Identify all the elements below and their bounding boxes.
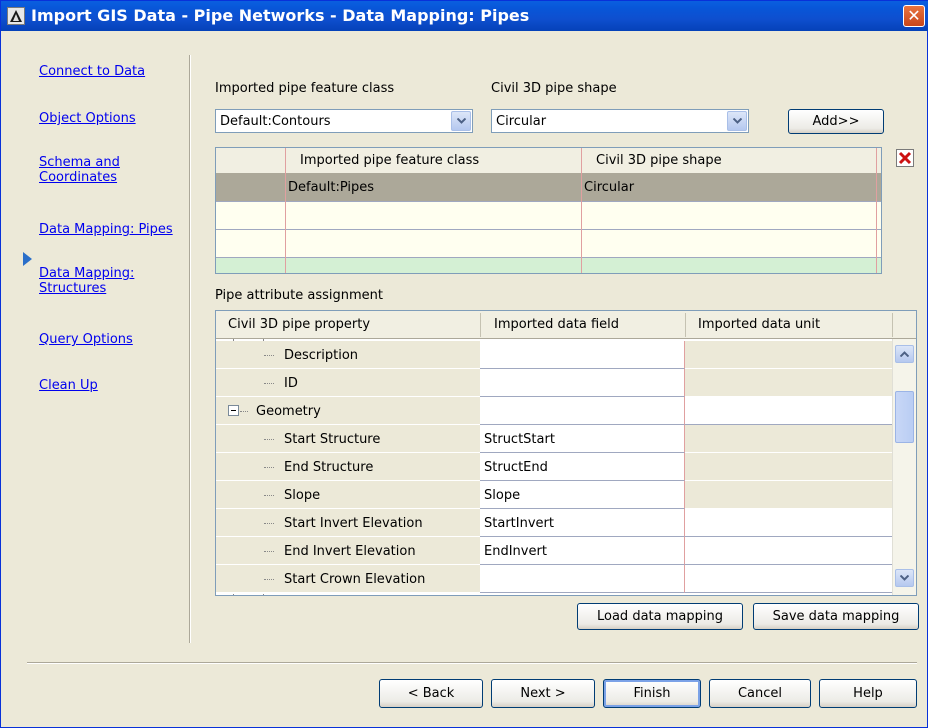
grid-column-divider [581, 148, 582, 273]
table-row[interactable]: Default:Pipes Circular [216, 174, 881, 202]
field-cell[interactable] [480, 565, 685, 593]
attribute-grid-header: Civil 3D pipe property Imported data fie… [216, 311, 916, 339]
table-row[interactable]: Start Invert Elevation StartInvert [216, 509, 892, 537]
app-icon [7, 7, 25, 25]
table-row[interactable] [216, 230, 881, 258]
mapping-grid-header: Imported pipe feature class Civil 3D pip… [216, 148, 881, 174]
header-imported-field: Imported data field [494, 317, 619, 332]
scroll-thumb[interactable] [895, 391, 914, 443]
nav-clean-up[interactable]: Clean Up [39, 378, 184, 393]
scroll-down-icon[interactable] [895, 569, 914, 587]
scroll-up-icon[interactable] [895, 345, 914, 363]
table-row[interactable]: Geometry [216, 397, 892, 425]
collapse-icon[interactable] [228, 405, 239, 416]
property-cell: Start Structure [284, 432, 381, 447]
grid-column-divider [285, 148, 286, 273]
import-gis-dialog: Import GIS Data - Pipe Networks - Data M… [0, 0, 928, 728]
field-cell[interactable]: StructStart [480, 425, 685, 453]
grid-column-divider [876, 148, 877, 273]
current-step-arrow-icon [23, 252, 32, 266]
table-row-new[interactable] [216, 258, 881, 273]
feature-class-value: Default:Contours [220, 114, 331, 129]
load-data-mapping-button[interactable]: Load data mapping [577, 603, 743, 630]
property-cell: Slope [284, 488, 321, 503]
field-cell[interactable] [480, 397, 685, 425]
nav-query-options[interactable]: Query Options [39, 332, 184, 347]
header-divider [892, 313, 893, 337]
field-cell[interactable] [480, 341, 685, 369]
grid-cell-feature-class: Default:Pipes [288, 180, 375, 195]
feature-class-label: Imported pipe feature class [215, 81, 395, 96]
header-divider [685, 313, 686, 337]
finish-button[interactable]: Finish [603, 679, 701, 708]
field-cell[interactable]: StructEnd [480, 453, 685, 481]
feature-class-combo[interactable]: Default:Contours [215, 109, 473, 133]
grid-header-feature-class: Imported pipe feature class [300, 153, 480, 168]
window-title: Import GIS Data - Pipe Networks - Data M… [31, 6, 530, 25]
title-bar[interactable]: Import GIS Data - Pipe Networks - Data M… [1, 1, 928, 31]
footer-divider [27, 662, 917, 664]
unit-cell [685, 453, 892, 481]
nav-data-mapping-pipes[interactable]: Data Mapping: Pipes [39, 222, 184, 237]
property-cell: End Invert Elevation [284, 544, 416, 559]
table-row[interactable] [216, 202, 881, 230]
unit-cell[interactable] [685, 509, 892, 537]
header-imported-unit: Imported data unit [698, 317, 821, 332]
chevron-down-icon[interactable] [727, 111, 747, 131]
grid-cell-pipe-shape: Circular [584, 180, 635, 195]
table-row[interactable]: End Structure StructEnd [216, 453, 892, 481]
field-cell[interactable]: StartInvert [480, 509, 685, 537]
property-cell: ID [284, 376, 298, 391]
table-row[interactable]: Start Structure StructStart [216, 425, 892, 453]
field-cell[interactable]: Slope [480, 481, 685, 509]
unit-cell[interactable] [685, 537, 892, 565]
close-icon[interactable]: ✕ [903, 5, 925, 27]
attribute-section-label: Pipe attribute assignment [215, 288, 383, 303]
unit-cell [685, 341, 892, 369]
nav-divider [189, 55, 191, 643]
wizard-nav: Connect to Data Object Options Schema an… [1, 31, 189, 651]
vertical-scrollbar[interactable] [892, 339, 916, 595]
pipe-shape-value: Circular [496, 114, 547, 129]
chevron-down-icon[interactable] [451, 111, 471, 131]
field-cell[interactable] [480, 369, 685, 397]
table-row[interactable]: End Invert Elevation EndInvert [216, 537, 892, 565]
header-civil3d-property: Civil 3D pipe property [228, 317, 371, 332]
nav-connect-to-data[interactable]: Connect to Data [39, 64, 184, 79]
property-cell: Start Crown Elevation [284, 572, 426, 587]
save-data-mapping-button[interactable]: Save data mapping [753, 603, 919, 630]
table-row[interactable]: Description [216, 341, 892, 369]
pipe-shape-combo[interactable]: Circular [491, 109, 749, 133]
table-row[interactable]: Slope Slope [216, 481, 892, 509]
unit-cell [685, 369, 892, 397]
property-cell: Geometry [256, 404, 321, 419]
unit-cell[interactable] [685, 397, 892, 425]
unit-cell[interactable] [685, 565, 892, 593]
back-button[interactable]: < Back [379, 679, 483, 708]
unit-cell [685, 481, 892, 509]
unit-cell [685, 425, 892, 453]
mapping-grid: Imported pipe feature class Civil 3D pip… [215, 147, 882, 274]
property-cell: Start Invert Elevation [284, 516, 423, 531]
grid-header-pipe-shape: Civil 3D pipe shape [596, 153, 722, 168]
pipe-shape-label: Civil 3D pipe shape [491, 81, 617, 96]
table-row[interactable]: Start Crown Elevation [216, 565, 892, 593]
attribute-tree-grid: Civil 3D pipe property Imported data fie… [215, 310, 917, 596]
property-cell: End Structure [284, 460, 374, 475]
delete-mapping-icon[interactable] [896, 149, 914, 167]
cancel-button[interactable]: Cancel [709, 679, 811, 708]
nav-object-options[interactable]: Object Options [39, 111, 184, 126]
header-divider [480, 313, 481, 337]
field-cell[interactable]: EndInvert [480, 537, 685, 565]
add-button[interactable]: Add>> [788, 109, 884, 134]
nav-data-mapping-structures[interactable]: Data Mapping: Structures [39, 266, 149, 296]
property-cell: Description [284, 348, 359, 363]
nav-schema-and-coordinates[interactable]: Schema and Coordinates [39, 155, 149, 185]
next-button[interactable]: Next > [491, 679, 595, 708]
help-button[interactable]: Help [819, 679, 917, 708]
table-row[interactable]: ID [216, 369, 892, 397]
